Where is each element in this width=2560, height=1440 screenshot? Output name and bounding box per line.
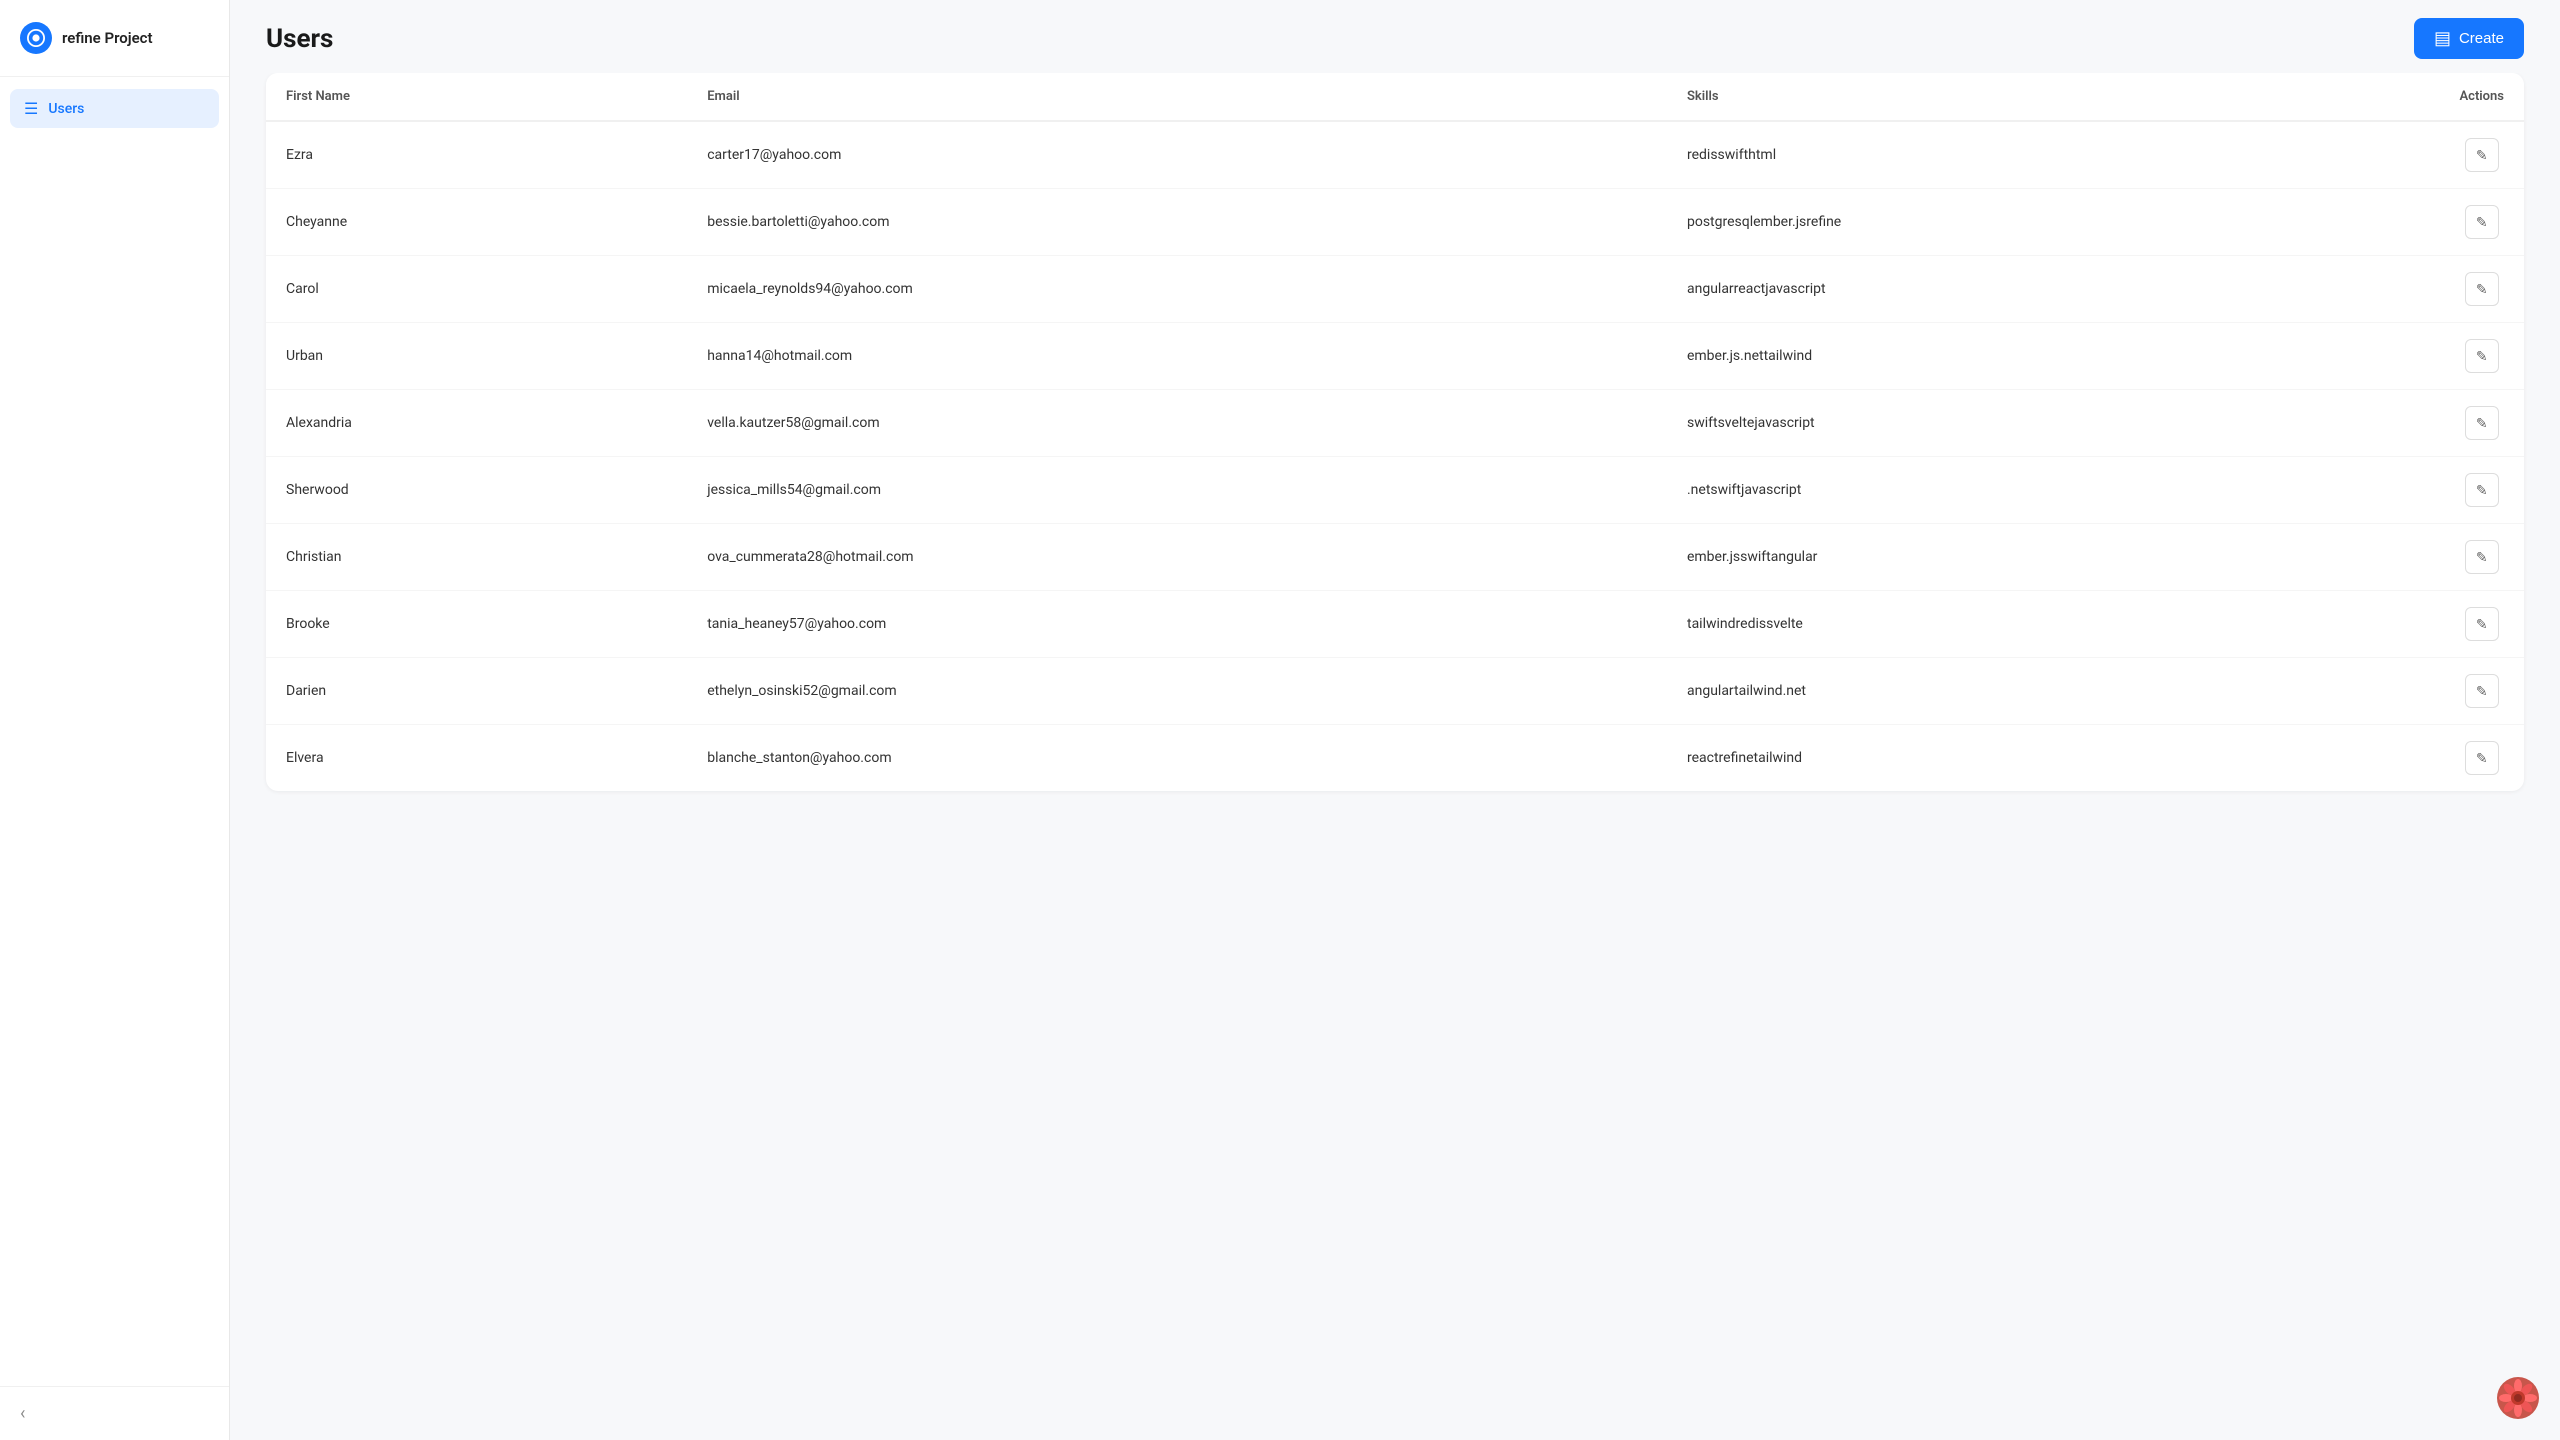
- cell-skills: postgresqlember.jsrefine: [1667, 189, 2440, 256]
- edit-button[interactable]: ✎: [2465, 741, 2499, 775]
- cell-email: carter17@yahoo.com: [687, 121, 1667, 189]
- col-header-actions: Actions: [2439, 73, 2524, 121]
- page-header: Users ▤ Create: [230, 0, 2560, 73]
- users-table: First Name Email Skills Actions: [266, 73, 2524, 791]
- cell-email: ethelyn_osinski52@gmail.com: [687, 658, 1667, 725]
- edit-button[interactable]: ✎: [2465, 473, 2499, 507]
- cell-actions: ✎: [2439, 658, 2524, 725]
- cell-skills: tailwindredissvelte: [1667, 591, 2440, 658]
- table-row: Urbanhanna14@hotmail.comember.js.nettail…: [266, 323, 2524, 390]
- table-row: Alexandriavella.kautzer58@gmail.comswift…: [266, 390, 2524, 457]
- cell-email: blanche_stanton@yahoo.com: [687, 725, 1667, 792]
- cell-firstname: Brooke: [266, 591, 687, 658]
- cell-actions: ✎: [2439, 121, 2524, 189]
- col-header-firstname: First Name: [266, 73, 687, 121]
- edit-button[interactable]: ✎: [2465, 674, 2499, 708]
- cell-firstname: Alexandria: [266, 390, 687, 457]
- flower-widget[interactable]: [2496, 1376, 2540, 1420]
- cell-firstname: Sherwood: [266, 457, 687, 524]
- table-header-row: First Name Email Skills Actions: [266, 73, 2524, 121]
- table-wrapper: First Name Email Skills Actions: [266, 73, 2524, 791]
- table-row: Cheyannebessie.bartoletti@yahoo.compostg…: [266, 189, 2524, 256]
- table-body: Ezracarter17@yahoo.comredisswifthtml✎Che…: [266, 121, 2524, 791]
- edit-button[interactable]: ✎: [2465, 205, 2499, 239]
- cell-actions: ✎: [2439, 457, 2524, 524]
- cell-skills: .netswiftjavascript: [1667, 457, 2440, 524]
- cell-skills: ember.jsswiftangular: [1667, 524, 2440, 591]
- cell-firstname: Christian: [266, 524, 687, 591]
- app-title: refine Project: [62, 29, 153, 47]
- sidebar-bottom: ‹: [0, 1386, 229, 1440]
- cell-firstname: Darien: [266, 658, 687, 725]
- create-button-label: Create: [2459, 30, 2504, 47]
- cell-actions: ✎: [2439, 725, 2524, 792]
- table-row: Ezracarter17@yahoo.comredisswifthtml ✎: [266, 121, 2524, 189]
- sidebar-nav: ☰ Users: [0, 77, 229, 1386]
- cell-email: hanna14@hotmail.com: [687, 323, 1667, 390]
- cell-email: tania_heaney57@yahoo.com: [687, 591, 1667, 658]
- table-container: First Name Email Skills Actions: [230, 73, 2560, 1440]
- cell-skills: reactrefinetailwind: [1667, 725, 2440, 792]
- users-icon: ☰: [24, 99, 38, 118]
- cell-actions: ✎: [2439, 256, 2524, 323]
- sidebar-item-users[interactable]: ☰ Users: [10, 89, 219, 128]
- cell-email: ova_cummerata28@hotmail.com: [687, 524, 1667, 591]
- edit-button[interactable]: ✎: [2465, 607, 2499, 641]
- page-title: Users: [266, 24, 333, 54]
- edit-button[interactable]: ✎: [2465, 406, 2499, 440]
- table-row: Elverablanche_stanton@yahoo.comreactrefi…: [266, 725, 2524, 792]
- cell-skills: swiftsveltejavascript: [1667, 390, 2440, 457]
- sidebar-back-button[interactable]: ‹: [20, 1403, 25, 1424]
- edit-button[interactable]: ✎: [2465, 138, 2499, 172]
- cell-firstname: Ezra: [266, 121, 687, 189]
- cell-email: jessica_mills54@gmail.com: [687, 457, 1667, 524]
- create-button[interactable]: ▤ Create: [2414, 18, 2524, 59]
- cell-actions: ✎: [2439, 323, 2524, 390]
- table-row: Brooketania_heaney57@yahoo.comtailwindre…: [266, 591, 2524, 658]
- table-row: Darienethelyn_osinski52@gmail.comangular…: [266, 658, 2524, 725]
- cell-actions: ✎: [2439, 189, 2524, 256]
- sidebar-logo: refine Project: [0, 0, 229, 77]
- create-button-icon: ▤: [2434, 28, 2451, 49]
- cell-email: micaela_reynolds94@yahoo.com: [687, 256, 1667, 323]
- cell-firstname: Urban: [266, 323, 687, 390]
- cell-firstname: Cheyanne: [266, 189, 687, 256]
- app-logo-icon: [20, 22, 52, 54]
- edit-button[interactable]: ✎: [2465, 272, 2499, 306]
- cell-skills: ember.js.nettailwind: [1667, 323, 2440, 390]
- cell-skills: angularreactjavascript: [1667, 256, 2440, 323]
- table-row: Sherwoodjessica_mills54@gmail.com.netswi…: [266, 457, 2524, 524]
- cell-firstname: Elvera: [266, 725, 687, 792]
- col-header-skills: Skills: [1667, 73, 2440, 121]
- sidebar-item-users-label: Users: [48, 101, 84, 117]
- cell-actions: ✎: [2439, 591, 2524, 658]
- main-content: Users ▤ Create First Name Email: [230, 0, 2560, 1440]
- cell-skills: angulartailwind.net: [1667, 658, 2440, 725]
- cell-skills: redisswifthtml: [1667, 121, 2440, 189]
- edit-button[interactable]: ✎: [2465, 540, 2499, 574]
- cell-email: bessie.bartoletti@yahoo.com: [687, 189, 1667, 256]
- cell-firstname: Carol: [266, 256, 687, 323]
- sidebar: refine Project ☰ Users ‹: [0, 0, 230, 1440]
- edit-button[interactable]: ✎: [2465, 339, 2499, 373]
- table-row: Carolmicaela_reynolds94@yahoo.comangular…: [266, 256, 2524, 323]
- cell-actions: ✎: [2439, 524, 2524, 591]
- cell-actions: ✎: [2439, 390, 2524, 457]
- table-row: Christianova_cummerata28@hotmail.comembe…: [266, 524, 2524, 591]
- col-header-email: Email: [687, 73, 1667, 121]
- cell-email: vella.kautzer58@gmail.com: [687, 390, 1667, 457]
